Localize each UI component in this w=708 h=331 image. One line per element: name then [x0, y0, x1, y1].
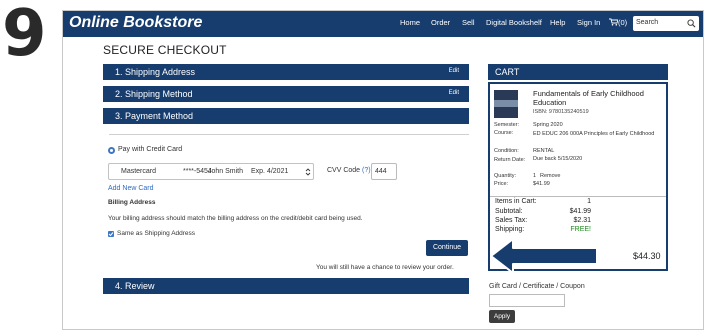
- nav-home[interactable]: Home: [400, 18, 420, 27]
- cvv-input[interactable]: 444: [371, 163, 397, 180]
- same-as-shipping-label: Same as Shipping Address: [117, 230, 196, 237]
- detail-label: Condition:: [494, 148, 519, 154]
- pay-credit-card-label: Pay with Credit Card: [118, 146, 183, 153]
- pay-credit-card-radio[interactable]: [108, 147, 115, 154]
- book-cover-image: [494, 90, 518, 118]
- items-in-cart-value: 1: [587, 198, 591, 205]
- shipping-value: FREE!: [570, 226, 591, 233]
- card-expiry: Exp. 4/2021: [251, 168, 289, 175]
- detail-label: Quantity:: [494, 173, 517, 179]
- divider: [109, 134, 469, 135]
- step-label: 1. Shipping Address: [115, 67, 196, 77]
- book-isbn: ISBN: 9780135240519: [533, 109, 589, 115]
- semester-value: Spring 2020: [533, 122, 563, 128]
- book-title: Fundamentals of Early Childhood Educatio…: [533, 89, 644, 107]
- apply-button[interactable]: Apply: [489, 310, 515, 323]
- step-label: 2. Shipping Method: [115, 89, 193, 99]
- billing-address-note: Your billing address should match the bi…: [108, 215, 363, 222]
- detail-label: Semester:: [494, 122, 520, 128]
- cvv-label: CVV Code (?): [327, 167, 371, 174]
- review-note: You will still have a chance to review y…: [316, 264, 454, 271]
- step-label: 4. Review: [115, 281, 155, 291]
- price-value: $41.99: [533, 181, 550, 187]
- detail-label: Return Date:: [494, 157, 526, 163]
- gift-card-label: Gift Card / Certificate / Coupon: [489, 283, 585, 290]
- course-value: ED EDUC 206 000A Principles of Early Chi…: [533, 131, 655, 137]
- card-name: John Smith: [208, 168, 244, 175]
- items-in-cart-label: Items in Cart:: [495, 198, 537, 205]
- select-arrows-icon: [305, 168, 311, 176]
- search-placeholder: Search: [636, 19, 659, 26]
- subtotal-value: $41.99: [569, 208, 591, 215]
- search-icon[interactable]: [687, 19, 696, 28]
- nav-order[interactable]: Order: [431, 18, 450, 27]
- gift-card-input[interactable]: [489, 294, 565, 307]
- step-number: 9: [2, 0, 47, 71]
- quantity-value: 1: [533, 173, 537, 179]
- cart-header: CART: [488, 64, 668, 80]
- card-brand: Mastercard: [121, 168, 157, 175]
- condition-value: RENTAL: [533, 148, 555, 154]
- page-title: SECURE CHECKOUT: [103, 43, 227, 57]
- remove-link[interactable]: Remove: [540, 173, 560, 179]
- add-new-card-link[interactable]: Add New Card: [108, 185, 154, 192]
- cvv-help-link[interactable]: (?): [362, 167, 371, 174]
- shipping-label: Shipping:: [495, 226, 525, 233]
- cart-count: (0): [618, 18, 628, 27]
- search-input[interactable]: Search: [633, 16, 699, 31]
- return-date-value: Due back 5/15/2020: [533, 156, 583, 162]
- step-review: 4. Review: [103, 278, 469, 294]
- edit-shipping-address-link[interactable]: Edit: [449, 68, 459, 74]
- detail-label: Price:: [494, 181, 509, 187]
- cart-title: CART: [495, 67, 520, 77]
- nav-cart[interactable]: (0): [609, 18, 627, 27]
- billing-address-heading: Billing Address: [108, 199, 156, 206]
- subtotal-label: Subtotal:: [495, 208, 523, 215]
- same-as-shipping-checkbox[interactable]: [108, 231, 114, 237]
- step-label: 3. Payment Method: [115, 111, 194, 121]
- step-payment-method: 3. Payment Method: [103, 108, 469, 124]
- nav-help[interactable]: Help: [550, 18, 565, 27]
- check-icon: [108, 232, 114, 237]
- continue-button[interactable]: Continue: [426, 240, 468, 256]
- nav-digital-bookshelf[interactable]: Digital Bookshelf: [486, 18, 542, 27]
- saved-card-select[interactable]: Mastercard ****-5454 John Smith Exp. 4/2…: [108, 163, 314, 180]
- cart-divider: [490, 196, 666, 197]
- top-navigation-bar: Online Bookstore Home Order Sell Digital…: [63, 11, 703, 37]
- edit-shipping-method-link[interactable]: Edit: [449, 90, 459, 96]
- detail-label: Course:: [494, 130, 514, 136]
- browser-page: Online Bookstore Home Order Sell Digital…: [62, 10, 704, 330]
- step-shipping-method[interactable]: 2. Shipping Method Edit: [103, 86, 469, 102]
- sales-tax-label: Sales Tax:: [495, 217, 528, 224]
- order-total: $44.30: [633, 251, 661, 261]
- pointer-arrow-icon: [490, 238, 598, 274]
- nav-sign-in[interactable]: Sign In: [577, 18, 600, 27]
- step-shipping-address[interactable]: 1. Shipping Address Edit: [103, 64, 469, 80]
- cart-icon: [609, 18, 619, 26]
- nav-sell[interactable]: Sell: [462, 18, 475, 27]
- sales-tax-value: $2.31: [573, 217, 591, 224]
- site-logo[interactable]: Online Bookstore: [69, 14, 202, 32]
- cvv-value: 444: [375, 168, 387, 175]
